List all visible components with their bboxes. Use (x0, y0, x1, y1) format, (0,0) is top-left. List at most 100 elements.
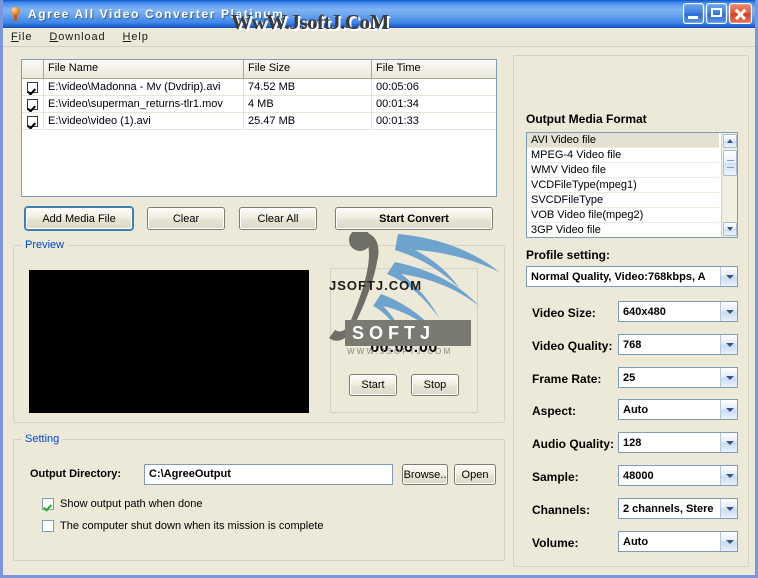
setting-group: Setting Output Directory: C:\AgreeOutput… (13, 433, 505, 561)
column-header-check[interactable] (22, 60, 44, 78)
checkbox-box (42, 498, 54, 510)
aspect-label: Aspect: (532, 404, 577, 418)
close-button[interactable] (729, 3, 752, 24)
row-checkbox[interactable] (22, 96, 44, 112)
audio-quality-value: 128 (623, 436, 642, 449)
menu-item-file-rest: ile (18, 31, 33, 43)
table-row[interactable]: E:\video\video (1).avi 25.47 MB 00:01:33 (22, 113, 496, 130)
output-directory-label: Output Directory: (30, 468, 122, 480)
output-media-format-title: Output Media Format (526, 112, 647, 126)
channels-combobox[interactable]: 2 channels, Stere (618, 498, 738, 519)
list-item[interactable]: VOB Video file(mpeg2) (527, 208, 719, 223)
cell-file-size: 4 MB (244, 96, 372, 112)
column-header-file-size[interactable]: File Size (244, 60, 372, 78)
menu-item-download-rest: ownload (58, 31, 106, 43)
table-row[interactable]: E:\video\superman_returns-tlr1.mov 4 MB … (22, 96, 496, 113)
chevron-down-icon[interactable] (720, 267, 737, 286)
frame-rate-combobox[interactable]: 25 (618, 367, 738, 388)
browse-button[interactable]: Browse.. (402, 464, 448, 485)
profile-setting-label: Profile setting: (526, 248, 611, 262)
cell-file-size: 25.47 MB (244, 113, 372, 129)
preview-group: Preview 00:00:00 Start Stop (13, 239, 505, 423)
setting-group-title: Setting (22, 433, 63, 445)
video-size-label: Video Size: (532, 306, 596, 320)
channels-value: 2 channels, Stere (623, 502, 714, 515)
maximize-button[interactable] (706, 3, 727, 24)
chevron-down-icon[interactable] (720, 400, 737, 419)
shutdown-checkbox[interactable]: The computer shut down when its mission … (42, 520, 324, 532)
title-bar: Agree All Video Converter Platinum (3, 0, 755, 28)
scrollbar-thumb[interactable] (723, 150, 737, 176)
action-button-row: Add Media File Clear Clear All Start Con… (21, 207, 497, 233)
minimize-button[interactable] (683, 3, 704, 24)
row-checkbox[interactable] (22, 113, 44, 129)
output-settings-group: Output Media Format AVI Video file MPEG-… (513, 55, 749, 567)
right-pane: Output Media Format AVI Video file MPEG-… (509, 47, 755, 575)
sample-label: Sample: (532, 470, 579, 484)
column-header-file-name[interactable]: File Name (44, 60, 244, 78)
list-item[interactable]: WMV Video file (527, 163, 719, 178)
row-checkbox[interactable] (22, 79, 44, 95)
playback-buttons: Start Stop (331, 374, 477, 396)
chevron-down-icon[interactable] (720, 466, 737, 485)
aspect-value: Auto (623, 403, 649, 416)
video-quality-combobox[interactable]: 768 (618, 334, 738, 355)
list-item[interactable]: VCDFileType(mpeg1) (527, 178, 719, 193)
chevron-down-icon[interactable] (720, 368, 737, 387)
volume-combobox[interactable]: Auto (618, 531, 738, 552)
profile-setting-value: Normal Quality, Video:768kbps, A (531, 270, 706, 283)
output-directory-input[interactable]: C:\AgreeOutput (144, 464, 393, 485)
show-output-path-label: Show output path when done (60, 498, 203, 510)
video-quality-label: Video Quality: (532, 339, 613, 353)
aspect-combobox[interactable]: Auto (618, 399, 738, 420)
menu-item-help[interactable]: Help (120, 30, 157, 44)
cell-file-name: E:\video\video (1).avi (44, 113, 244, 129)
chevron-down-icon[interactable] (720, 302, 737, 321)
table-row[interactable]: E:\video\Madonna - Mv (Dvdrip).avi 74.52… (22, 79, 496, 96)
video-quality-value: 768 (623, 338, 642, 351)
show-output-path-checkbox[interactable]: Show output path when done (42, 498, 203, 510)
cell-file-time: 00:01:33 (376, 115, 419, 127)
cell-file-name: E:\video\superman_returns-tlr1.mov (44, 96, 244, 112)
scroll-up-icon[interactable] (723, 134, 737, 148)
video-preview-screen[interactable] (29, 270, 309, 413)
sample-value: 48000 (623, 469, 654, 482)
menu-bar: File Download Help (3, 28, 755, 47)
cell-file-time: 00:05:06 (376, 81, 419, 93)
list-item[interactable]: SVCDFileType (527, 193, 719, 208)
chevron-down-icon[interactable] (720, 433, 737, 452)
list-item[interactable]: AVI Video file (527, 133, 719, 148)
clear-button[interactable]: Clear (147, 207, 225, 230)
menu-item-help-rest: elp (131, 31, 149, 43)
channels-label: Channels: (532, 503, 591, 517)
preview-stop-button[interactable]: Stop (411, 374, 459, 396)
chevron-down-icon[interactable] (720, 335, 737, 354)
open-button[interactable]: Open (454, 464, 496, 485)
content-area: File Name File Size File Time E:\video\M… (3, 47, 755, 575)
format-list-scrollbar[interactable] (721, 133, 737, 237)
scroll-down-icon[interactable] (723, 222, 737, 236)
start-convert-button[interactable]: Start Convert (335, 207, 493, 230)
playback-panel: 00:00:00 Start Stop (330, 268, 478, 413)
video-size-combobox[interactable]: 640x480 (618, 301, 738, 322)
clear-all-button[interactable]: Clear All (239, 207, 317, 230)
profile-setting-combobox[interactable]: Normal Quality, Video:768kbps, A (526, 266, 738, 287)
chevron-down-icon[interactable] (720, 532, 737, 551)
add-media-file-button[interactable]: Add Media File (25, 207, 133, 230)
file-list-table[interactable]: File Name File Size File Time E:\video\M… (21, 59, 497, 197)
column-header-file-time[interactable]: File Time (372, 60, 496, 78)
video-size-value: 640x480 (623, 305, 666, 318)
list-item[interactable]: 3GP Video file (527, 223, 719, 237)
list-item[interactable]: MPEG-4 Video file (527, 148, 719, 163)
chevron-down-icon[interactable] (720, 499, 737, 518)
playback-timer: 00:00:00 (370, 339, 438, 356)
cell-file-size: 74.52 MB (244, 79, 372, 95)
volume-label: Volume: (532, 536, 579, 550)
menu-item-file[interactable]: File (9, 30, 41, 44)
output-media-format-list[interactable]: AVI Video file MPEG-4 Video file WMV Vid… (526, 132, 738, 238)
checkbox-box (42, 520, 54, 532)
audio-quality-combobox[interactable]: 128 (618, 432, 738, 453)
preview-start-button[interactable]: Start (349, 374, 397, 396)
sample-combobox[interactable]: 48000 (618, 465, 738, 486)
menu-item-download[interactable]: Download (47, 30, 114, 44)
